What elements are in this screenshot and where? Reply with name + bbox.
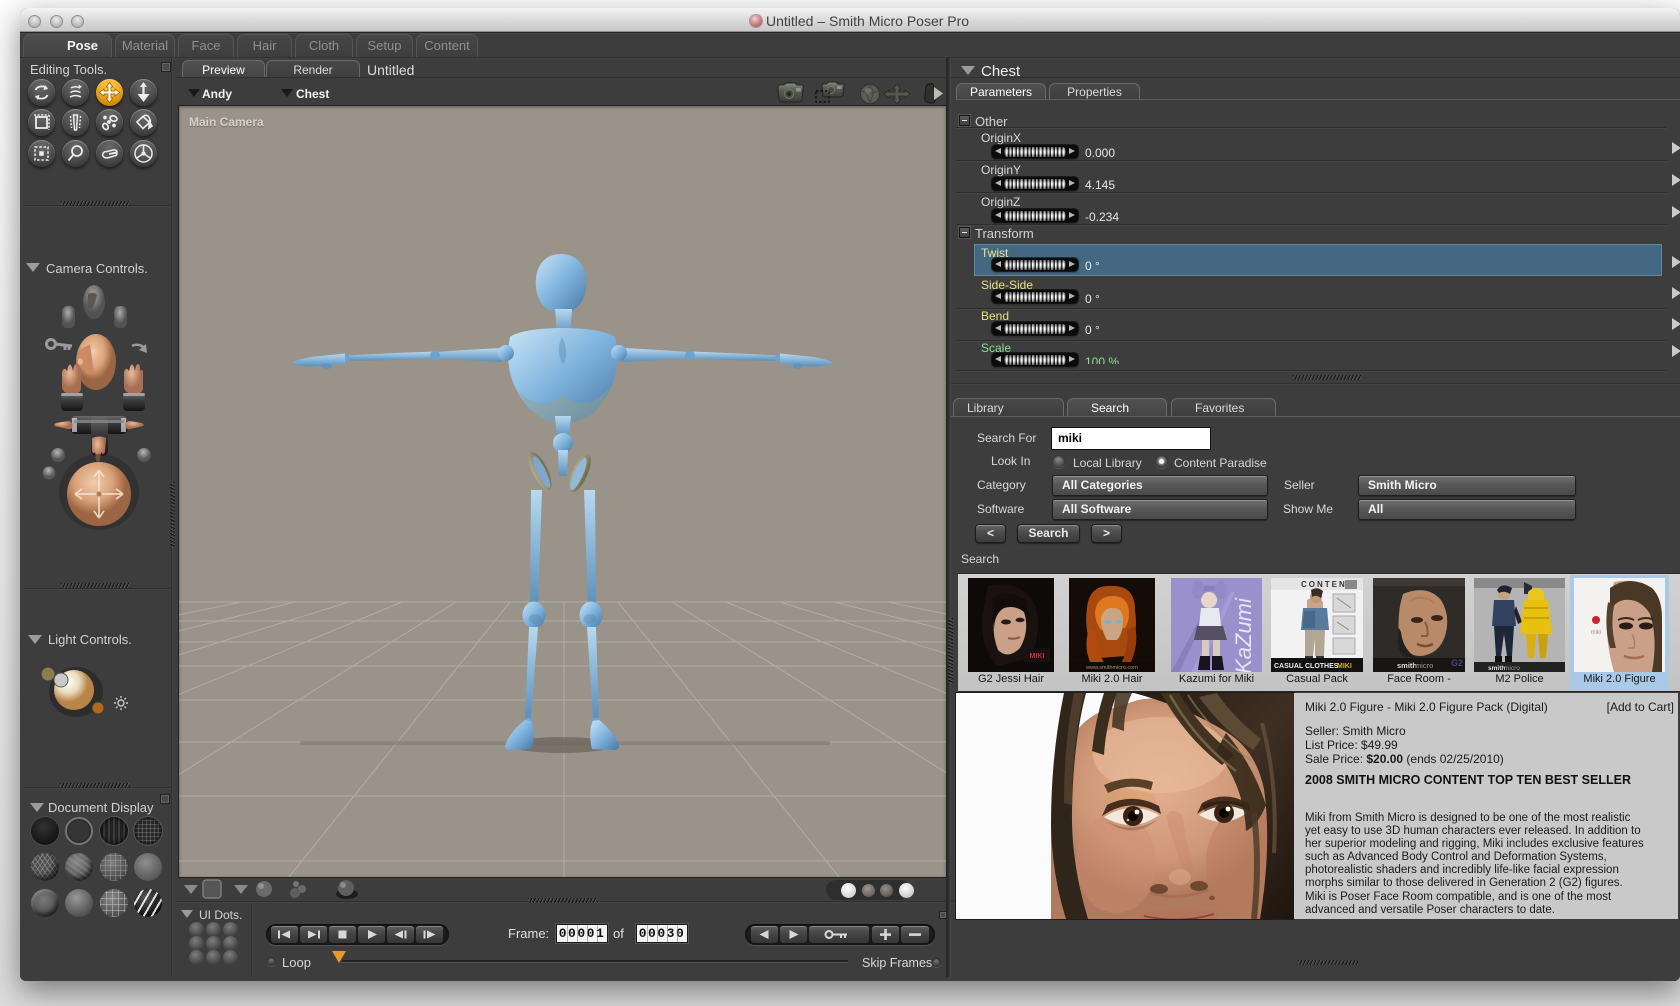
svg-text:miki: miki xyxy=(1591,630,1602,636)
svg-text:KaZumi: KaZumi xyxy=(1231,597,1256,672)
svg-text:smith: smith xyxy=(1488,665,1505,672)
svg-text:CASUAL CLOTHES: CASUAL CLOTHES xyxy=(1274,663,1339,670)
svg-text:G2: G2 xyxy=(1451,658,1463,668)
svg-text:MIKI: MIKI xyxy=(1337,663,1352,670)
svg-text:www.smithmicro.com: www.smithmicro.com xyxy=(1085,665,1138,671)
svg-text:MIKI: MIKI xyxy=(1030,653,1045,660)
svg-text:micro: micro xyxy=(1504,665,1520,672)
svg-text:micro: micro xyxy=(1415,661,1433,670)
